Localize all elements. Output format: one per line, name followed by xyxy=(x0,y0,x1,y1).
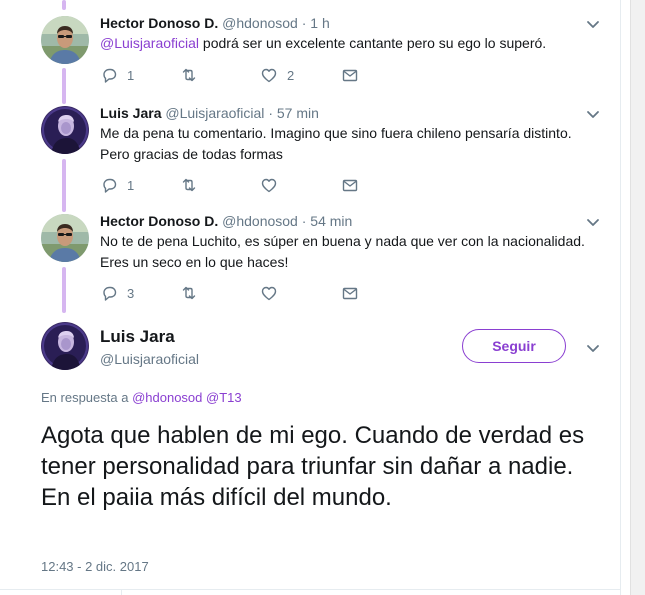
chevron-down-icon[interactable] xyxy=(586,215,600,229)
tweet-text-line: Pero gracias de todas formas xyxy=(100,146,283,162)
retweet-button[interactable] xyxy=(180,284,198,302)
tweet-text: Me da pena tu comentario. Imagino que si… xyxy=(100,123,590,165)
reply-icon xyxy=(103,178,117,193)
reply-button[interactable]: 1 xyxy=(100,176,134,194)
tweet-header: Hector Donoso D. @hdonosod · 1 h xyxy=(100,14,330,32)
avatar[interactable] xyxy=(41,214,89,262)
retweet-icon xyxy=(182,68,196,82)
mention-link[interactable]: @Luisjaraoficial xyxy=(100,35,199,51)
thread-connector xyxy=(62,0,66,10)
separator-dot: · xyxy=(301,213,307,229)
follow-button[interactable]: Seguir xyxy=(462,329,566,363)
retweet-button[interactable] xyxy=(180,176,198,194)
reply-button[interactable]: 3 xyxy=(100,284,134,302)
main-tweet-timestamp[interactable]: 12:43 - 2 dic. 2017 xyxy=(41,559,149,574)
reply-icon xyxy=(103,286,117,301)
tweet-text-line: No te de pena Luchito, es súper en buena… xyxy=(100,233,585,249)
reply-icon xyxy=(103,68,117,83)
author-name[interactable]: Hector Donoso D. xyxy=(100,15,218,31)
heart-icon xyxy=(261,178,277,193)
reply-context: En respuesta a @hdonosod @T13 xyxy=(41,390,242,405)
chevron-down-icon[interactable] xyxy=(586,107,600,121)
like-button[interactable] xyxy=(260,176,278,194)
like-button[interactable]: 2 xyxy=(260,66,294,84)
tweet-text-line: Eres un seco en lo que haces! xyxy=(100,254,289,270)
retweet-icon xyxy=(182,286,196,300)
avatar[interactable] xyxy=(41,16,89,64)
scrollbar[interactable] xyxy=(630,0,645,595)
retweet-button[interactable] xyxy=(180,66,198,84)
main-avatar[interactable] xyxy=(41,322,89,370)
message-button[interactable] xyxy=(341,176,359,194)
main-author-handle[interactable]: @Luisjaraoficial xyxy=(100,351,199,367)
reply-count: 1 xyxy=(127,177,135,193)
reply-mention-link[interactable]: @hdonosod xyxy=(132,390,202,405)
reply-count: 1 xyxy=(127,67,135,83)
tweet-time[interactable]: 1 h xyxy=(310,15,329,31)
heart-icon xyxy=(261,286,277,301)
tweet-text: @Luisjaraoficial podrá ser un excelente … xyxy=(100,33,590,54)
main-author-name[interactable]: Luis Jara xyxy=(100,327,175,347)
thread-tweet[interactable]: Luis Jara @Luisjaraoficial · 57 min Me d… xyxy=(0,104,620,204)
like-button[interactable] xyxy=(260,284,278,302)
separator-dot: · xyxy=(268,105,273,121)
reply-prefix: En respuesta a xyxy=(41,390,129,405)
chevron-down-icon[interactable] xyxy=(586,341,600,355)
tweet-text-line: Me da pena tu comentario. Imagino que si… xyxy=(100,125,572,141)
tweet-text-body: podrá ser un excelente cantante pero su … xyxy=(199,35,547,51)
panel-edge xyxy=(620,0,621,595)
divider xyxy=(121,589,122,595)
tweet-actions: 3 xyxy=(100,284,400,304)
message-button[interactable] xyxy=(341,66,359,84)
reply-mention-link[interactable]: @T13 xyxy=(206,390,242,405)
author-handle[interactable]: @hdonosod xyxy=(222,213,298,229)
tweet-text: No te de pena Luchito, es súper en buena… xyxy=(100,231,590,273)
tweet-header: Hector Donoso D. @hdonosod · 54 min xyxy=(100,212,352,230)
divider xyxy=(0,589,620,590)
separator-dot: · xyxy=(301,15,307,31)
reply-button[interactable]: 1 xyxy=(100,66,134,84)
main-tweet-text: Agota que hablen de mi ego. Cuando de ve… xyxy=(41,422,585,511)
tweet-time[interactable]: 54 min xyxy=(310,213,352,229)
tweet-actions: 1 2 xyxy=(100,66,400,86)
chevron-down-icon[interactable] xyxy=(586,17,600,31)
retweet-icon xyxy=(182,178,196,192)
heart-icon xyxy=(261,68,277,83)
author-handle[interactable]: @hdonosod xyxy=(222,15,298,31)
author-name[interactable]: Luis Jara xyxy=(100,105,161,121)
like-count: 2 xyxy=(287,67,295,83)
avatar[interactable] xyxy=(41,106,89,154)
author-handle[interactable]: @Luisjaraoficial xyxy=(165,105,264,121)
message-button[interactable] xyxy=(341,284,359,302)
author-name[interactable]: Hector Donoso D. xyxy=(100,213,218,229)
envelope-icon xyxy=(342,287,358,300)
thread-tweet[interactable]: Hector Donoso D. @hdonosod · 54 min No t… xyxy=(0,212,620,312)
tweet-time[interactable]: 57 min xyxy=(277,105,319,121)
envelope-icon xyxy=(342,69,358,82)
thread-tweet[interactable]: Hector Donoso D. @hdonosod · 1 h @Luisja… xyxy=(0,14,620,94)
tweet-header: Luis Jara @Luisjaraoficial · 57 min xyxy=(100,104,319,122)
reply-count: 3 xyxy=(127,285,135,301)
envelope-icon xyxy=(342,179,358,192)
tweet-actions: 1 xyxy=(100,176,400,196)
